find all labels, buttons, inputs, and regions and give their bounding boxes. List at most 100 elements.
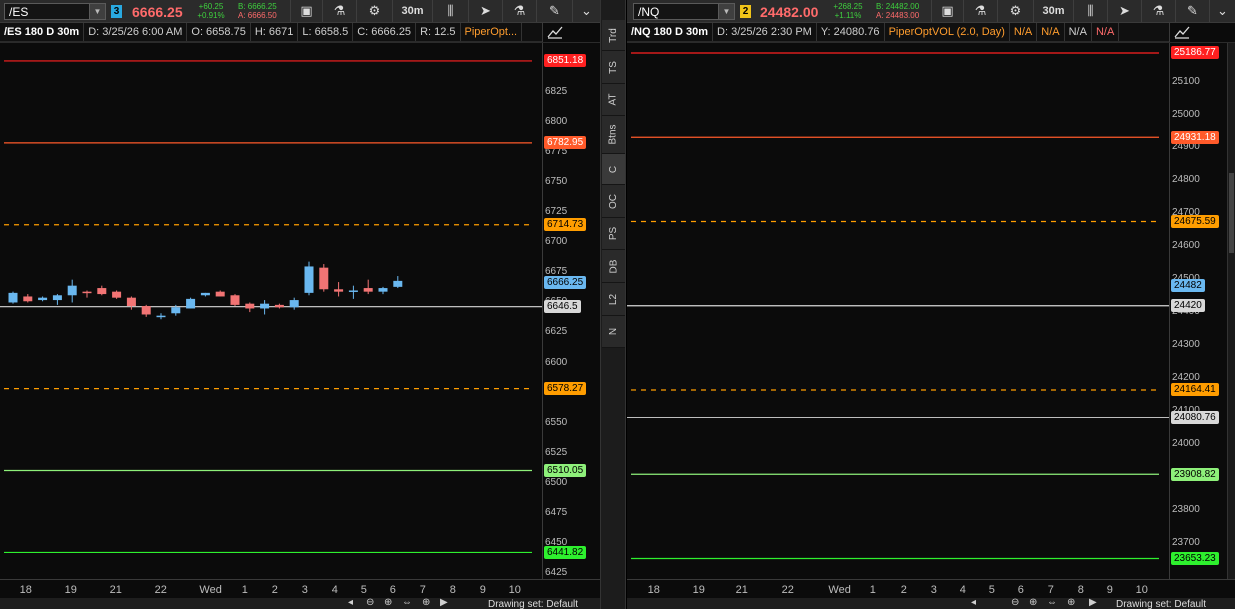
- right-candles-svg: [627, 52, 1169, 560]
- right-drawing-set[interactable]: Drawing set: Default: [1116, 599, 1206, 609]
- left-flask-icon[interactable]: ⚗: [502, 0, 536, 22]
- left-price-level-badge: 6510.05: [544, 464, 587, 477]
- right-crosshair-icon[interactable]: ⊕: [1067, 597, 1075, 608]
- left-candle: [334, 282, 344, 297]
- left-scroll-left-icon[interactable]: ◂: [348, 597, 353, 608]
- right-zoom-in-icon[interactable]: ⊕: [1029, 597, 1037, 608]
- right-fit-icon[interactable]: ⇔: [1047, 597, 1057, 608]
- right-scrollbar[interactable]: [1227, 43, 1235, 579]
- right-style-icon[interactable]: ⫼: [1073, 0, 1107, 22]
- right-x-tick: 8: [1077, 584, 1084, 596]
- left-price-plot[interactable]: [0, 43, 542, 579]
- left-candle: [23, 294, 33, 303]
- left-y-tick: 6500: [545, 476, 568, 488]
- right-y-tick: 24800: [1172, 174, 1200, 186]
- left-y-tick: 6475: [545, 506, 568, 518]
- left-symbol-input[interactable]: /ES ▼: [4, 3, 106, 20]
- left-info-study[interactable]: PiperOpt...: [461, 23, 523, 41]
- left-candle: [378, 286, 388, 295]
- right-y-tick: 24300: [1172, 339, 1200, 351]
- left-style-icon[interactable]: ⫼: [432, 0, 468, 22]
- side-tab-trd[interactable]: Trd: [602, 20, 625, 51]
- side-tab-oc[interactable]: OC: [602, 185, 625, 218]
- side-tab-c[interactable]: C: [602, 154, 625, 185]
- right-chart-settings-icon[interactable]: ▣: [931, 0, 963, 22]
- left-candle: [304, 261, 314, 296]
- right-price-level-badge: 24482: [1171, 278, 1205, 292]
- right-x-tick: 5: [988, 584, 995, 596]
- left-expand-icon[interactable]: ⌄: [572, 0, 600, 22]
- left-candle: [186, 297, 196, 309]
- side-tab-n[interactable]: N: [602, 316, 625, 348]
- right-gear-icon[interactable]: ⚙: [997, 0, 1033, 22]
- left-info-date: D: 3/25/26 6:00 AM: [84, 23, 188, 41]
- left-drawing-set[interactable]: Drawing set: Default: [488, 599, 578, 609]
- right-cursor-icon[interactable]: ➤: [1107, 0, 1141, 22]
- left-time-axis[interactable]: 18 19 21 22 Wed 1 2 3 4 5 6 7 8 9 10: [0, 579, 600, 599]
- left-link-badge[interactable]: 3: [111, 5, 122, 18]
- side-tab-ts[interactable]: TS: [602, 51, 625, 84]
- left-zoom-out-icon[interactable]: ⊖: [366, 597, 374, 608]
- left-zoom-in-icon[interactable]: ⊕: [384, 597, 392, 608]
- left-bid: B: 6666.25: [238, 2, 277, 11]
- left-gear-icon[interactable]: ⚙: [356, 0, 392, 22]
- left-price-level-badge: 6578.27: [544, 382, 587, 396]
- right-info-na-2: N/A: [1037, 23, 1065, 41]
- side-tab-l2[interactable]: L2: [602, 283, 625, 316]
- right-price-scale[interactable]: 2510025000249002480024700246002450024400…: [1169, 43, 1227, 579]
- right-drawings-icon[interactable]: ✎: [1175, 0, 1209, 22]
- right-flask-icon[interactable]: ⚗: [1141, 0, 1175, 22]
- left-candle: [200, 292, 210, 297]
- right-scrollbar-thumb[interactable]: [1229, 173, 1234, 253]
- right-play-icon[interactable]: ▶: [1089, 597, 1097, 608]
- right-info-study[interactable]: PiperOptVOL (2.0, Day): [885, 23, 1010, 41]
- left-candles-svg: [0, 60, 542, 554]
- right-info-title: /NQ 180 D 30m: [627, 23, 714, 41]
- left-trend-icon[interactable]: [547, 25, 563, 39]
- right-zoom-out-icon[interactable]: ⊖: [1011, 597, 1019, 608]
- right-expand-icon[interactable]: ⌄: [1209, 0, 1235, 22]
- right-symbol-input[interactable]: /NQ ▼: [633, 3, 735, 20]
- left-price-scale[interactable]: 6825680067756750672567006675665066256600…: [542, 43, 600, 579]
- left-x-tick: 6: [389, 584, 396, 596]
- left-price-level-badge: 6782.95: [544, 136, 587, 150]
- right-trend-icon-box[interactable]: [1169, 23, 1235, 42]
- left-drawings-icon[interactable]: ✎: [536, 0, 572, 22]
- left-symbol-dropdown-icon[interactable]: ▼: [89, 4, 105, 19]
- right-trend-icon[interactable]: [1174, 25, 1190, 39]
- side-tab-db[interactable]: DB: [602, 250, 625, 283]
- right-price-plot[interactable]: [627, 43, 1169, 579]
- left-chart-window: /ES ▼ 3 6666.25 +60.25 +0.91% B: 6666.25…: [0, 0, 600, 609]
- left-x-tick: 1: [241, 584, 248, 596]
- right-x-tick: 21: [735, 584, 748, 596]
- right-studies-icon[interactable]: ⚗: [963, 0, 997, 22]
- left-crosshair-icon[interactable]: ⊕: [422, 597, 430, 608]
- right-chart-window: /NQ ▼ 2 24482.00 +268.25 +1.11% B: 24482…: [627, 0, 1235, 609]
- right-link-badge[interactable]: 2: [740, 5, 751, 18]
- left-pct-change-value: +0.91%: [197, 11, 225, 20]
- right-time-axis[interactable]: 18 19 21 22 Wed 1 2 3 4 5 6 7 8 9 10: [627, 579, 1235, 599]
- right-x-tick: 3: [930, 584, 937, 596]
- left-trend-icon-box[interactable]: [542, 23, 600, 42]
- right-scroll-left-icon[interactable]: ◂: [971, 597, 976, 608]
- right-symbol-dropdown-icon[interactable]: ▼: [718, 4, 734, 19]
- left-y-tick: 6700: [545, 236, 568, 248]
- left-studies-icon[interactable]: ⚗: [322, 0, 356, 22]
- left-candle: [215, 290, 225, 297]
- left-chart-settings-icon[interactable]: ▣: [290, 0, 322, 22]
- left-cursor-icon[interactable]: ➤: [468, 0, 502, 22]
- left-y-tick: 6425: [545, 566, 568, 578]
- side-tab-at[interactable]: AT: [602, 84, 625, 116]
- left-candle: [141, 304, 151, 317]
- left-play-icon[interactable]: ▶: [440, 597, 448, 608]
- right-timeframe-button[interactable]: 30m: [1033, 0, 1073, 22]
- side-tab-ps[interactable]: PS: [602, 218, 625, 250]
- left-info-bar: /ES 180 D 30m D: 3/25/26 6:00 AM O: 6658.7…: [0, 23, 542, 42]
- right-price-level-badge: 24420: [1171, 299, 1205, 313]
- left-y-tick: 6725: [545, 206, 568, 218]
- side-tab-btns[interactable]: Btns: [602, 116, 625, 154]
- left-y-tick: 6600: [545, 356, 568, 368]
- left-timeframe-button[interactable]: 30m: [392, 0, 432, 22]
- left-candle: [52, 294, 62, 305]
- left-fit-icon[interactable]: ⇔: [402, 597, 412, 608]
